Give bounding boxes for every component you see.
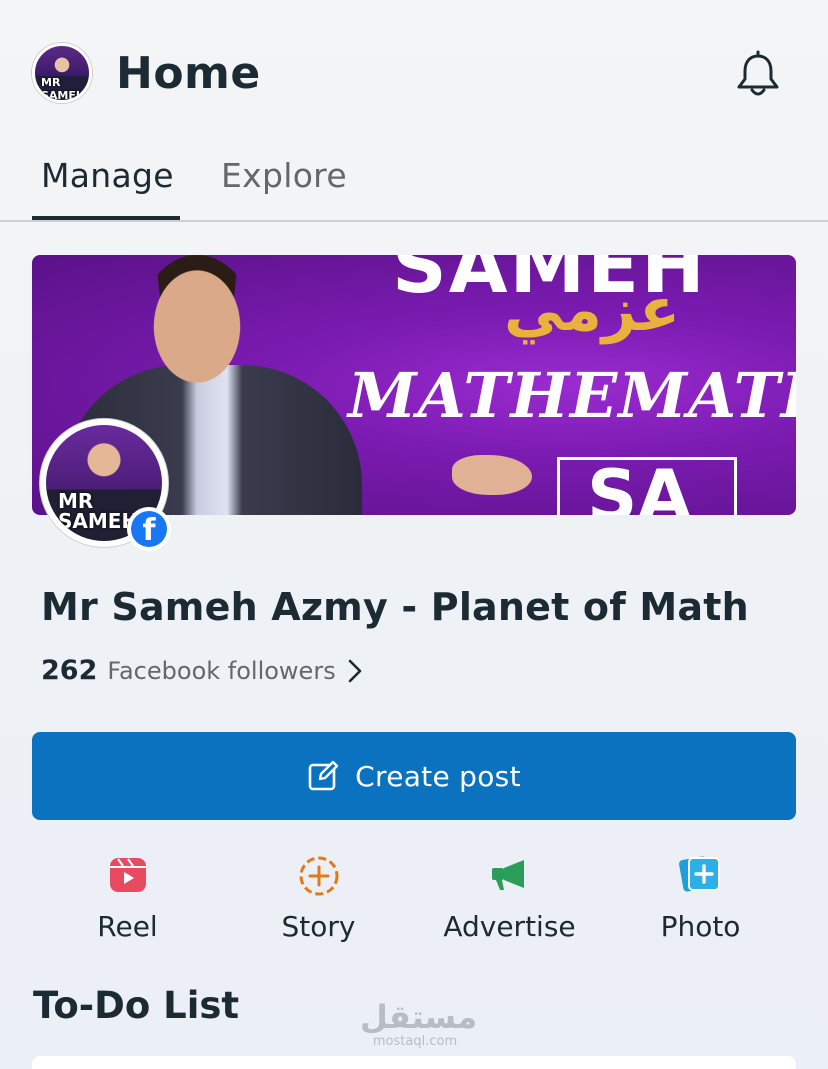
- reel-icon: [110, 858, 146, 892]
- chevron-right-icon: [348, 659, 362, 682]
- reel-button[interactable]: Reel: [32, 848, 223, 958]
- todo-list-heading: To-Do List: [33, 984, 240, 1027]
- create-post-label: Create post: [355, 759, 521, 793]
- edit-icon: [308, 760, 339, 791]
- facebook-badge: f: [127, 507, 171, 551]
- tab-explore[interactable]: Explore: [221, 156, 347, 195]
- followers-label: Facebook followers: [107, 656, 336, 685]
- page-title: Home: [116, 48, 261, 99]
- avatar-text: MR SAMEH: [41, 76, 86, 102]
- story-add-icon: [299, 856, 339, 896]
- photo-label: Photo: [660, 910, 741, 943]
- header: MR SAMEH Home: [0, 0, 828, 150]
- cover-person-hand: [452, 455, 532, 495]
- watermark: مستقل mostaql.com: [360, 998, 478, 1049]
- active-tab-indicator: [32, 216, 180, 220]
- cover-person-head: [142, 255, 252, 385]
- advertise-button[interactable]: Advertise: [414, 848, 605, 958]
- advertise-label: Advertise: [443, 910, 576, 943]
- profile-avatar[interactable]: MR SAMEH: [32, 43, 92, 103]
- reel-label: Reel: [97, 910, 158, 943]
- followers-count: 262: [41, 655, 98, 686]
- cover-arabic-text: عزمي: [504, 275, 681, 345]
- bell-icon[interactable]: [734, 50, 782, 100]
- photo-button[interactable]: Photo: [605, 848, 796, 958]
- cover-box-text: SA: [587, 455, 692, 515]
- page-name: Mr Sameh Azmy - Planet of Math: [41, 585, 749, 629]
- cover-subject-text: MATHEMATICS: [348, 359, 796, 432]
- watermark-arabic: مستقل: [360, 998, 478, 1036]
- tab-bar: Manage Explore: [0, 150, 828, 222]
- quick-actions: Reel Story Advertise Photo: [32, 848, 796, 958]
- photo-add-icon: [679, 856, 720, 892]
- tab-manage[interactable]: Manage: [41, 156, 174, 195]
- facebook-icon: f: [131, 511, 167, 547]
- megaphone-icon: [492, 860, 524, 890]
- story-label: Story: [281, 910, 356, 943]
- story-button[interactable]: Story: [223, 848, 414, 958]
- followers-link[interactable]: 262 Facebook followers: [41, 655, 364, 686]
- watermark-latin: mostaql.com: [372, 1034, 458, 1049]
- create-post-button[interactable]: Create post: [32, 732, 796, 820]
- todo-card: [32, 1056, 796, 1069]
